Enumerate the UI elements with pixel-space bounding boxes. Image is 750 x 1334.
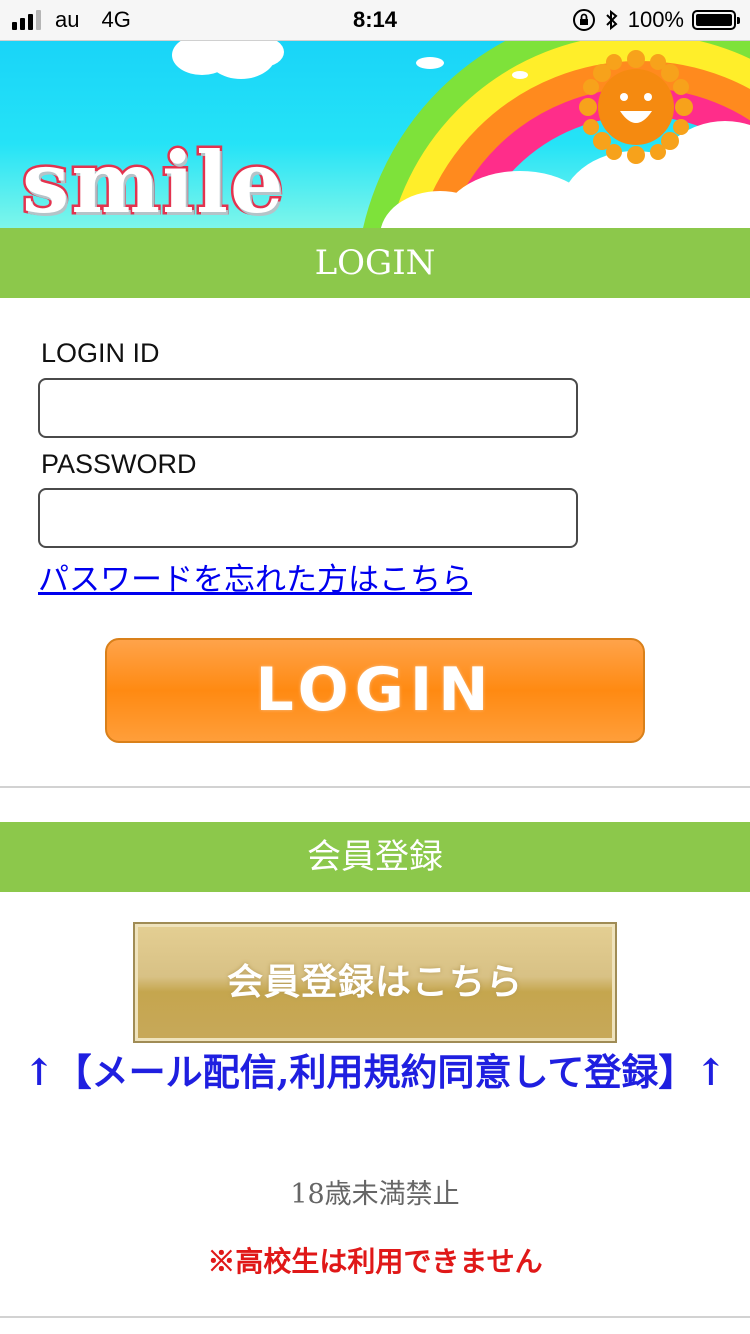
header-banner: smile <box>0 41 750 228</box>
login-id-input[interactable] <box>38 378 578 438</box>
password-input[interactable] <box>38 488 578 548</box>
register-section-title: 会員登録 <box>0 822 750 892</box>
register-agreement-note: ↑【メール配信,利用規約同意して登録】↑ <box>23 1050 727 1094</box>
sun-mascot-icon <box>579 50 693 164</box>
rotation-lock-icon <box>572 9 595 31</box>
age-restriction-notice: 18歳未満禁止 <box>290 1179 460 1210</box>
footer-divider <box>0 1316 750 1318</box>
smile-logo: smile <box>19 133 286 228</box>
forgot-password-link[interactable]: パスワードを忘れた方はこちら <box>38 554 472 599</box>
battery-icon <box>692 10 740 30</box>
login-button[interactable]: LOGIN <box>105 638 645 743</box>
password-label: PASSWORD <box>41 449 197 479</box>
battery-percent: 100% <box>627 7 684 32</box>
bluetooth-icon <box>606 9 618 31</box>
status-right: 100% <box>572 7 740 33</box>
register-button[interactable]: 会員登録はこちら <box>133 922 617 1043</box>
section-divider <box>0 786 750 788</box>
high-school-notice: ※高校生は利用できません <box>207 1245 543 1278</box>
status-bar: au 4G 8:14 100% <box>0 0 750 41</box>
login-id-label: LOGIN ID <box>41 338 160 368</box>
login-section-title: LOGIN <box>0 228 750 298</box>
